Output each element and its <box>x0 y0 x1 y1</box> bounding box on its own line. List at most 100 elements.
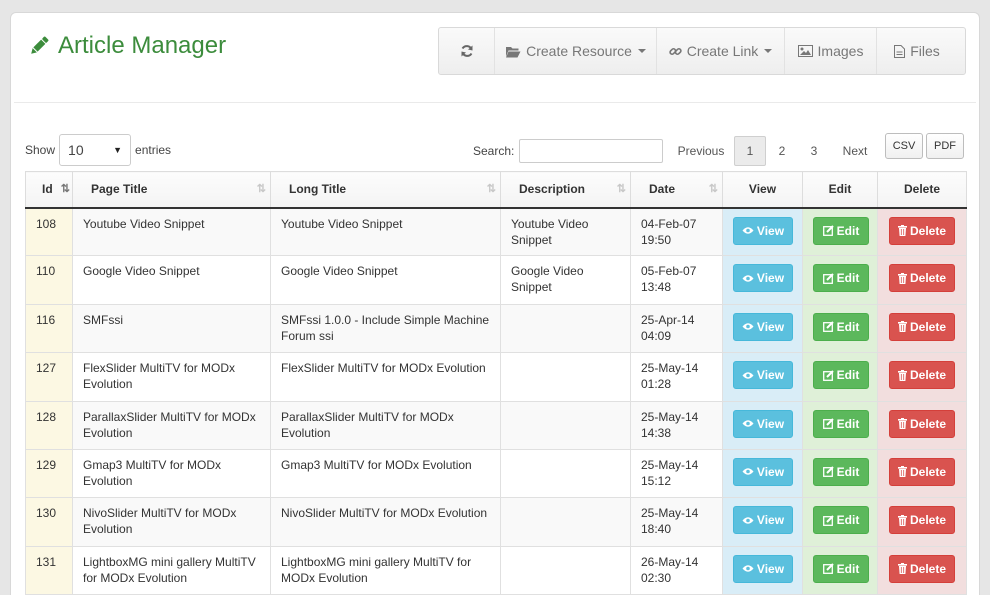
col-header-page-title[interactable]: Page Title ⇅ <box>72 171 271 209</box>
edit-cell: Edit <box>802 352 878 402</box>
cell-description <box>500 448 631 499</box>
col-header-edit: Edit <box>802 171 878 209</box>
refresh-button[interactable] <box>439 28 495 74</box>
page-1-button[interactable]: 1 <box>734 136 766 166</box>
trash-icon <box>897 321 907 333</box>
eye-icon <box>742 564 754 573</box>
edit-button[interactable]: Edit <box>813 554 869 583</box>
view-cell: View <box>722 352 803 402</box>
view-button-label: View <box>756 319 785 334</box>
eye-icon <box>742 516 754 525</box>
chevron-down-icon <box>764 49 773 53</box>
delete-button[interactable]: Delete <box>889 264 955 293</box>
cell-page-title: SMFssi <box>72 303 271 354</box>
page-3-button[interactable]: 3 <box>798 136 830 166</box>
sort-icon: ⇅ <box>708 183 718 195</box>
show-label: Show <box>25 143 56 157</box>
edit-button[interactable]: Edit <box>813 216 869 245</box>
cell-id: 128 <box>25 400 73 450</box>
view-button[interactable]: View <box>733 409 793 438</box>
edit-button[interactable]: Edit <box>813 506 869 535</box>
sort-asc-icon: ⇅ <box>60 183 70 195</box>
del-cell: Delete <box>877 400 967 450</box>
col-header-description[interactable]: Description ⇅ <box>500 171 631 209</box>
cell-page-title: FlexSlider MultiTV for MODx Evolution <box>72 352 271 402</box>
delete-button-label: Delete <box>909 319 947 334</box>
files-button[interactable]: Files <box>877 28 957 74</box>
pdf-export-button[interactable]: PDF <box>926 133 964 159</box>
edit-button-label: Edit <box>836 416 860 431</box>
trash-icon <box>897 225 907 236</box>
cell-id: 110 <box>25 255 73 305</box>
edit-button[interactable]: Edit <box>813 264 869 293</box>
cell-long-title: Gmap3 MultiTV for MODx Evolution <box>270 448 501 499</box>
page-2-button[interactable]: 2 <box>766 136 798 166</box>
eye-icon <box>742 371 754 380</box>
delete-button[interactable]: Delete <box>889 457 955 486</box>
delete-button[interactable]: Delete <box>889 506 955 535</box>
cell-id: 108 <box>25 206 73 257</box>
delete-button[interactable]: Delete <box>889 409 955 438</box>
edit-button[interactable]: Edit <box>813 409 869 438</box>
view-button[interactable]: View <box>733 361 793 390</box>
table-row: 130 NivoSlider MultiTV for MODx Evolution… <box>25 497 967 547</box>
edit-button[interactable]: Edit <box>813 361 869 390</box>
delete-button[interactable]: Delete <box>889 312 955 341</box>
edit-icon <box>822 418 834 430</box>
view-button[interactable]: View <box>733 312 793 341</box>
cell-description: Youtube Video Snippet <box>500 206 631 257</box>
link-icon <box>668 45 682 58</box>
entries-select[interactable]: 10 ▼ <box>59 134 132 166</box>
cell-date: 25-Apr-14 04:09 <box>630 303 723 354</box>
col-header-long-title[interactable]: Long Title ⇅ <box>270 171 501 209</box>
create-link-button[interactable]: Create Link <box>657 28 785 74</box>
sort-icon: ⇅ <box>486 183 496 195</box>
cell-description <box>500 545 631 595</box>
view-button-label: View <box>756 561 785 576</box>
col-header-delete: Delete <box>877 171 967 209</box>
view-button[interactable]: View <box>733 506 793 535</box>
delete-button[interactable]: Delete <box>889 554 955 583</box>
delete-button[interactable]: Delete <box>889 361 955 390</box>
images-label: Images <box>817 43 864 59</box>
edit-cell: Edit <box>802 206 878 257</box>
search-input[interactable] <box>519 139 664 163</box>
csv-export-button[interactable]: CSV <box>885 133 923 159</box>
cell-long-title: SMFssi 1.0.0 - Include Simple Machine Fo… <box>270 303 501 354</box>
eye-icon <box>742 226 754 235</box>
edit-button-label: Edit <box>836 223 860 238</box>
view-button[interactable]: View <box>733 216 793 245</box>
view-button[interactable]: View <box>733 264 793 293</box>
create-resource-button[interactable]: Create Resource <box>495 28 657 74</box>
sort-icon: ⇅ <box>256 183 266 195</box>
chevron-down-icon <box>637 49 646 53</box>
cell-long-title: ParallaxSlider MultiTV for MODx Evolutio… <box>270 400 501 450</box>
delete-button-label: Delete <box>909 271 947 286</box>
del-cell: Delete <box>877 303 967 354</box>
delete-button-label: Delete <box>909 416 947 431</box>
edit-cell: Edit <box>802 497 878 547</box>
table-row: 128 ParallaxSlider MultiTV for MODx Evolu… <box>25 400 967 450</box>
edit-button[interactable]: Edit <box>813 312 869 341</box>
delete-button-label: Delete <box>909 464 947 479</box>
col-header-id[interactable]: Id ⇅ <box>25 171 73 209</box>
col-header-date[interactable]: Date ⇅ <box>630 171 723 209</box>
cell-long-title: Youtube Video Snippet <box>270 206 501 257</box>
search-label: Search: <box>473 144 515 158</box>
eye-icon <box>742 322 754 331</box>
view-cell: View <box>722 545 803 595</box>
table-row: 127 FlexSlider MultiTV for MODx Evolution… <box>25 352 967 402</box>
table-row: 108 Youtube Video Snippet Youtube Video Sn… <box>25 206 967 257</box>
previous-page-button[interactable]: Previous <box>668 136 734 166</box>
edit-icon <box>822 321 834 333</box>
view-button-label: View <box>756 513 785 528</box>
images-button[interactable]: Images <box>785 28 877 74</box>
view-cell: View <box>722 303 803 354</box>
view-button[interactable]: View <box>733 554 793 583</box>
next-page-button[interactable]: Next <box>830 136 880 166</box>
page-title: Article Manager <box>28 31 226 61</box>
delete-button[interactable]: Delete <box>889 216 955 245</box>
cell-date: 25-May-14 18:40 <box>630 497 723 547</box>
view-button[interactable]: View <box>733 457 793 486</box>
edit-button[interactable]: Edit <box>813 457 869 486</box>
